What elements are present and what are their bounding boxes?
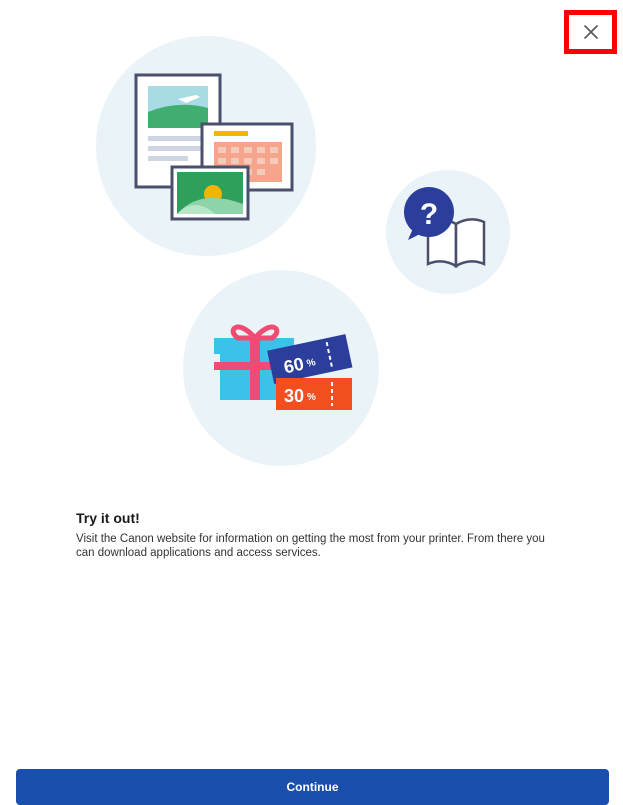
description-text: Visit the Canon website for information … <box>76 533 545 559</box>
coupon-bottom-value: 30 <box>284 386 304 406</box>
gift-coupons-illustration: 60 % 30 % <box>183 270 379 466</box>
illustration-area: ? 60 % 30 % <box>96 36 510 466</box>
page-title: Try it out! <box>76 510 140 526</box>
coupon-top-value: 60 <box>282 354 306 378</box>
svg-text:?: ? <box>420 198 438 231</box>
continue-button-label: Continue <box>286 780 339 794</box>
documents-photo-calendar-illustration <box>96 36 316 256</box>
help-book-illustration: ? <box>386 170 510 294</box>
continue-button[interactable]: Continue <box>16 769 609 805</box>
info-section: Try it out! Visit the Canon website for … <box>76 510 556 560</box>
coupon-bottom-percent: % <box>307 392 316 403</box>
